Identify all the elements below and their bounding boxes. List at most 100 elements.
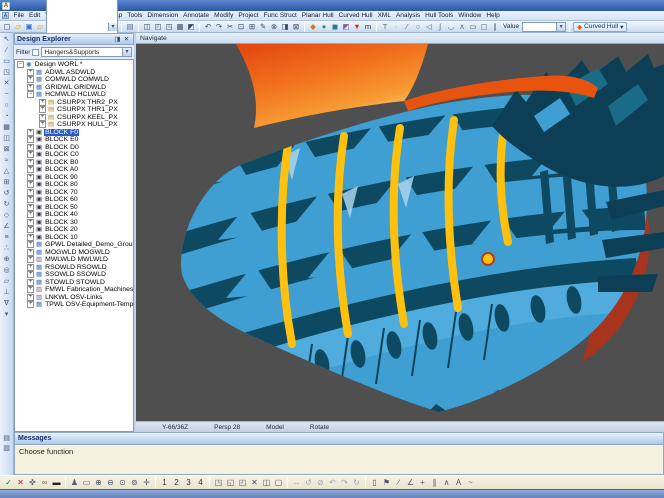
tree-node[interactable]: − ◉ Design WORL *	[15, 61, 133, 69]
materials-icon[interactable]: ◆	[308, 22, 318, 32]
tree-node[interactable]: + ▦ RSOWLD RSOWLD	[15, 264, 133, 272]
tree-expand-toggle[interactable]: +	[27, 84, 34, 91]
tree-expand-toggle[interactable]: +	[27, 226, 34, 233]
edit-pencil-icon[interactable]: ✎	[258, 22, 268, 32]
tree-node-label[interactable]: CSURPX HULL_PX	[56, 121, 118, 129]
tree-node-label[interactable]: MWLWLD MWLWLD	[44, 256, 109, 264]
tree-node-label[interactable]: SSOWLD SSOWLD	[44, 271, 107, 279]
parallel-icon[interactable]: ∥	[429, 477, 440, 489]
circle-tool-icon[interactable]: ○	[413, 22, 423, 32]
zoom-fit-icon[interactable]: ⊙	[117, 477, 128, 489]
box-tool-icon[interactable]: ▢	[479, 22, 489, 32]
triangle-icon[interactable]: △	[2, 166, 12, 177]
perpendicular-icon[interactable]: ⊥	[2, 287, 12, 298]
messages-panel-icon[interactable]: ▤	[2, 434, 12, 444]
refresh-view-icon[interactable]: ↻	[351, 477, 362, 489]
curve-icon[interactable]: ~	[2, 89, 12, 100]
close-icon[interactable]: ✕	[122, 35, 131, 43]
add-view-icon[interactable]: ⊞	[2, 177, 12, 188]
tree-node-label[interactable]: BLOCK F0	[44, 129, 79, 137]
chevron-down-icon[interactable]: ▾	[108, 23, 117, 31]
tree-node[interactable]: + ▣ BLOCK D0	[15, 144, 133, 152]
tree-node[interactable]: + ▦ COMWLD COMWLD	[15, 76, 133, 84]
tree-node[interactable]: + ▦ GRIDWL GRIDWLD	[15, 84, 133, 92]
tree-expand-toggle[interactable]: +	[39, 114, 46, 121]
add-icon[interactable]: ⊕	[2, 254, 12, 265]
confirm-icon[interactable]: ✓	[3, 477, 14, 489]
zoom-previous-icon[interactable]: ⊚	[129, 477, 140, 489]
tree-expand-toggle[interactable]: +	[27, 264, 34, 271]
extend-icon[interactable]: ↔	[291, 477, 302, 489]
clash-icon[interactable]: ▯	[369, 477, 380, 489]
cut-icon[interactable]: ✂	[225, 22, 235, 32]
split-view-icon[interactable]: ◫	[261, 477, 272, 489]
tree-node-label[interactable]: BLOCK 60	[44, 196, 79, 204]
tree-expand-toggle[interactable]: +	[27, 301, 34, 308]
menu-item[interactable]: Modify	[212, 11, 236, 21]
measure-angle-icon[interactable]: ∠	[405, 477, 416, 489]
menu-item[interactable]: Edit	[26, 11, 42, 21]
undo-icon[interactable]: ↶	[203, 22, 213, 32]
tree-node-label[interactable]: CSURPX THR1_PX	[56, 106, 119, 114]
tree-node[interactable]: + ▦ ADWL ASDWLD	[15, 69, 133, 77]
properties-icon[interactable]: ◨	[280, 22, 290, 32]
tree-expand-toggle[interactable]: +	[27, 279, 34, 286]
cascade-windows-icon[interactable]: ◱	[225, 477, 236, 489]
tree-node-label[interactable]: LNKWL OSV-Links	[44, 294, 103, 302]
tree-expand-toggle[interactable]: +	[27, 204, 34, 211]
tree-node-label[interactable]: COMWLD COMWLD	[44, 76, 110, 84]
tree-expand-toggle[interactable]: +	[39, 99, 46, 106]
orbit-icon[interactable]: ↺	[303, 477, 314, 489]
open-folder-icon[interactable]: ▱	[13, 22, 23, 32]
diamond-icon[interactable]: ◇	[2, 210, 12, 221]
tab-navigate[interactable]: Navigate	[140, 35, 167, 42]
tree-node[interactable]: + ▦ GPWL Detailed_Demo_Groups	[15, 241, 133, 249]
menu-item[interactable]: Planar Hull	[299, 11, 336, 21]
render-view-icon[interactable]: ◩	[186, 22, 196, 32]
tree-node-label[interactable]: BLOCK 40	[44, 211, 79, 219]
camera-view-icon[interactable]: ◳	[164, 22, 174, 32]
menu-item[interactable]: Curved Hull	[336, 11, 375, 21]
menu-item[interactable]: Help	[484, 11, 502, 21]
tree-node[interactable]: + ▣ BLOCK 60	[15, 196, 133, 204]
menu-item[interactable]: Analysis	[393, 11, 422, 21]
restore-window-icon[interactable]: ◳	[213, 477, 224, 489]
tree-node[interactable]: + ▣ BLOCK F0	[15, 129, 133, 137]
tree-expand-toggle[interactable]: +	[27, 76, 34, 83]
tree-expand-toggle[interactable]: +	[27, 211, 34, 218]
angle-tool-icon[interactable]: ∧	[457, 22, 467, 32]
layers-icon[interactable]: ≡	[2, 232, 12, 243]
tree-node[interactable]: + ▦ STOWLD STOWLD	[15, 279, 133, 287]
menu-item[interactable]: Window	[456, 11, 484, 21]
split-view-icon[interactable]: ◫	[2, 133, 12, 144]
tree-node[interactable]: + ▦ MOGWLD MOGWLD	[15, 249, 133, 257]
view-preset-1[interactable]: 1	[159, 477, 170, 489]
tree-node[interactable]: + ▣ BLOCK 80	[15, 181, 133, 189]
tree-node[interactable]: + ▤ CSURPX THR2_PX	[15, 99, 133, 107]
view-settings-icon[interactable]: ◫	[142, 22, 152, 32]
tree-expand-toggle[interactable]: +	[27, 286, 34, 293]
tree-node-label[interactable]: RSOWLD RSOWLD	[44, 264, 108, 272]
tree-expand-toggle[interactable]: +	[27, 166, 34, 173]
points-icon[interactable]: ∴	[2, 243, 12, 254]
line-icon[interactable]: ∕	[2, 45, 12, 56]
rect-tool-icon[interactable]: ▭	[468, 22, 478, 32]
menu-item[interactable]: XML	[375, 11, 393, 21]
tree-expand-toggle[interactable]: +	[27, 249, 34, 256]
tree-node[interactable]: + ▣ BLOCK 70	[15, 189, 133, 197]
tree-node-label[interactable]: BLOCK C0	[44, 151, 80, 159]
filter-checkbox[interactable]	[32, 49, 39, 56]
tree-node[interactable]: + ▦ TPWL OSV-Equipment-Templates	[15, 301, 133, 309]
polygon-tool-icon[interactable]: ◁	[424, 22, 434, 32]
print-icon[interactable]: ▤	[125, 22, 135, 32]
tree-expand-toggle[interactable]: +	[27, 144, 34, 151]
tree-node-label[interactable]: BLOCK A0	[44, 166, 79, 174]
tree-node-label[interactable]: BLOCK 20	[44, 226, 79, 234]
more-icon[interactable]: ▾	[2, 309, 12, 320]
rect-icon[interactable]: ▭	[2, 56, 12, 67]
tree-node[interactable]: + ▣ BLOCK 10	[15, 234, 133, 242]
zoom-in-icon[interactable]: ⊕	[93, 477, 104, 489]
redo-icon[interactable]: ↷	[214, 22, 224, 32]
tree-expand-toggle[interactable]: +	[27, 181, 34, 188]
add-point-icon[interactable]: +	[417, 477, 428, 489]
